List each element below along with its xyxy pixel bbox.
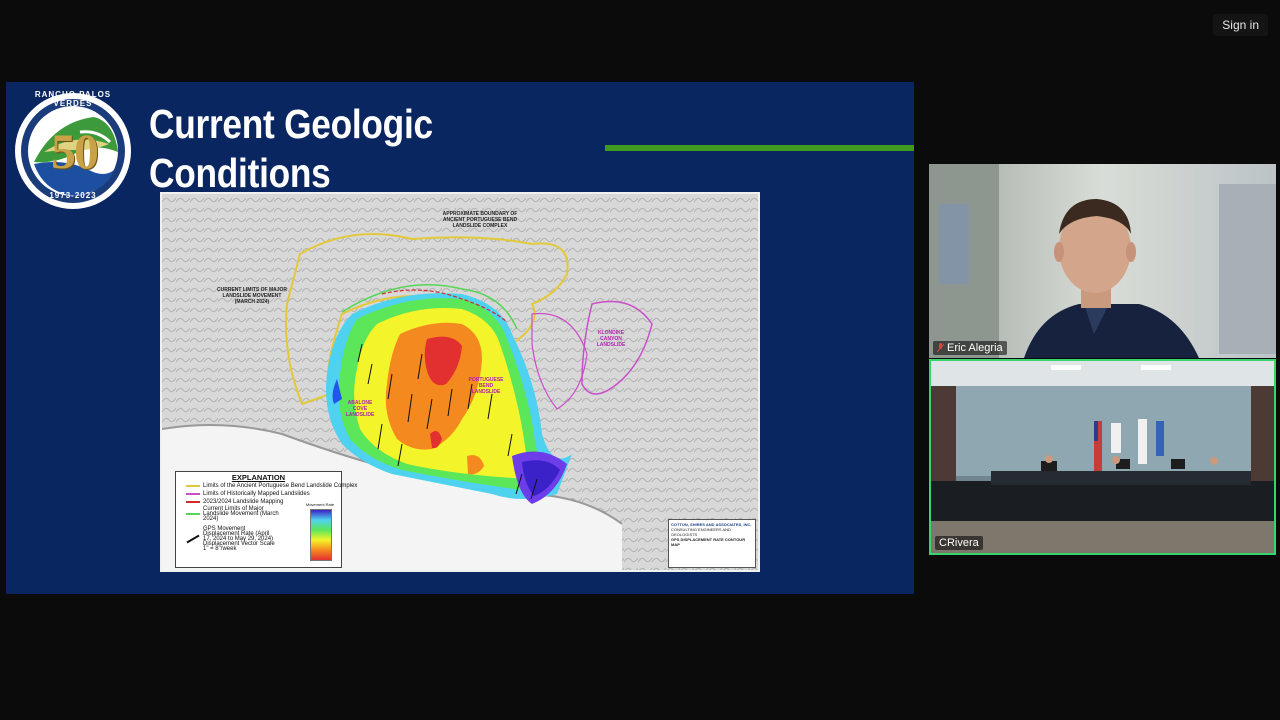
legend-item: Limits of Historically Mapped Landslides	[176, 490, 341, 498]
legend-swatch	[186, 485, 200, 487]
label-ancient-boundary: APPROXIMATE BOUNDARY OF ANCIENT PORTUGUE…	[442, 211, 518, 229]
map-legend: EXPLANATION Limits of the Ancient Portug…	[175, 471, 357, 568]
sign-in-button[interactable]: Sign in	[1213, 14, 1268, 36]
legend-title: EXPLANATION	[231, 473, 286, 482]
landslide-map: APPROXIMATE BOUNDARY OF ANCIENT PORTUGUE…	[160, 192, 760, 572]
label-current-limits: CURRENT LIMITS OF MAJOR LANDSLIDE MOVEME…	[217, 287, 287, 305]
label-abalone-cove: ABALONE COVE LANDSLIDE	[345, 400, 375, 418]
participant-tile-crivera[interactable]: CRivera	[929, 359, 1276, 555]
slide-title-line-2: Conditions	[149, 150, 331, 196]
participant-name-tag: Eric Alegria	[933, 341, 1007, 355]
label-klondike-canyon: KLONDIKE CANYON LANDSLIDE	[596, 330, 626, 348]
legend-item: GPS Movement Displacement Rate (April 17…	[176, 522, 276, 556]
map-notes	[352, 524, 502, 564]
participant-video-eric	[929, 164, 1276, 358]
title-block-sub: CONSULTING ENGINEERS AND GEOLOGISTS	[671, 527, 731, 537]
legend-item: Limits of the Ancient Portuguese Bend La…	[176, 482, 357, 490]
logo-number: 50	[51, 123, 99, 179]
participant-name-tag: CRivera	[935, 536, 983, 550]
mic-muted-icon	[936, 343, 945, 353]
legend-swatch	[186, 501, 200, 503]
legend-label: Limits of Historically Mapped Landslides	[203, 491, 310, 497]
legend-rate-scale: Movement Rate	[296, 502, 342, 562]
map-title-block: COTTON, SHIRES AND ASSOCIATES, INC. CONS…	[668, 519, 756, 568]
legend-swatch	[186, 493, 200, 495]
label-portuguese-bend: PORTUGUESE BEND LANDSLIDE	[468, 377, 504, 395]
legend-label: Current Limits of Major Landslide Moveme…	[203, 505, 279, 522]
title-block-title: GPS DISPLACEMENT RATE CONTOUR MAP	[671, 537, 746, 547]
legend-swatch	[186, 534, 200, 544]
accent-divider	[605, 145, 914, 151]
logo-years: 1973-2023	[49, 191, 97, 200]
slide-title: Current Geologic Conditions	[149, 100, 433, 198]
legend-label: Limits of the Ancient Portuguese Bend La…	[203, 483, 358, 489]
legend-label: 2023/2024 Landslide Mapping	[203, 499, 284, 505]
legend-label: GPS Movement Displacement Rate (April 17…	[203, 525, 275, 552]
participant-name: CRivera	[939, 537, 979, 549]
participant-video-council-room	[931, 361, 1274, 553]
participant-name: Eric Alegria	[947, 342, 1003, 354]
legend-item: Current Limits of Major Landslide Moveme…	[176, 506, 286, 522]
participant-tile-eric-alegria[interactable]: Eric Alegria	[929, 164, 1276, 358]
slide-title-line-1: Current Geologic	[149, 101, 433, 147]
shared-slide: 50 RANCHO PALOS VERDES 1973-2023 Current…	[6, 82, 914, 594]
logo-arc-text: RANCHO PALOS VERDES	[34, 90, 112, 108]
legend-scale-title: Movement Rate	[305, 502, 335, 507]
legend-swatch	[186, 513, 200, 515]
